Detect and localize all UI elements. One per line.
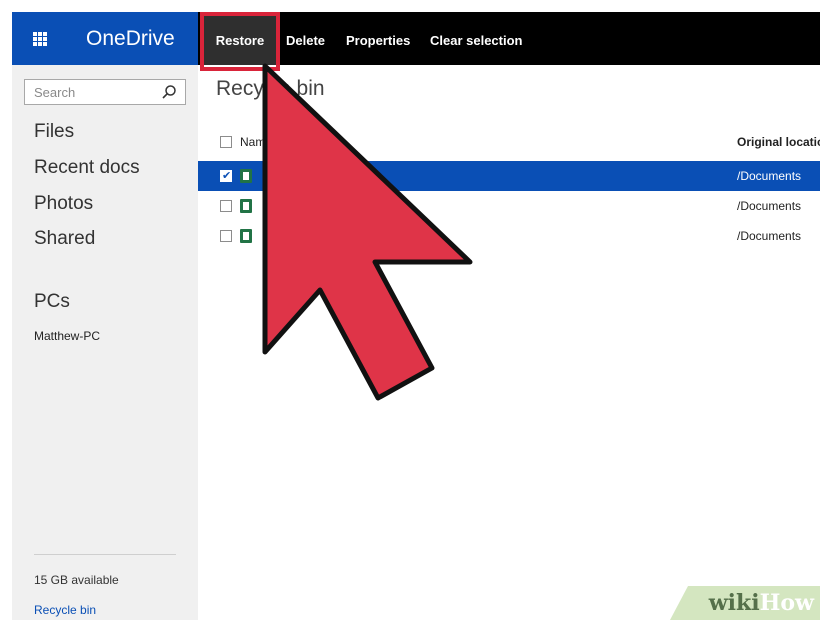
onedrive-window: OneDrive Restore Delete Properties Clear…	[12, 12, 820, 620]
top-bar: OneDrive Restore Delete Properties Clear…	[12, 12, 820, 65]
pcs-heading: PCs	[34, 291, 70, 312]
app-launcher-icon[interactable]	[12, 12, 68, 65]
sidebar-item-recent-docs[interactable]: Recent docs	[34, 157, 140, 179]
row-original-location: /Documents	[737, 229, 802, 243]
table-row[interactable]: ✔ /Documents	[198, 161, 820, 191]
watermark-how: How	[759, 590, 814, 616]
excel-file-icon	[240, 199, 252, 213]
delete-button[interactable]: Delete	[286, 12, 325, 65]
row-original-location: /Documents	[737, 199, 802, 213]
main-content: Recycle bin Name Original location ✔ /Do…	[198, 65, 820, 620]
row-checkbox[interactable]	[220, 200, 232, 212]
app-brand[interactable]: OneDrive	[68, 12, 198, 65]
excel-file-icon	[240, 229, 252, 243]
sidebar: Search Files Recent docs Photos Shared P…	[12, 65, 198, 620]
column-name-header[interactable]: Name	[240, 127, 272, 157]
table-row[interactable]: /Documents	[198, 191, 820, 221]
sidebar-item-shared[interactable]: Shared	[34, 228, 95, 250]
table-row[interactable]: /Documents	[198, 221, 820, 251]
page-title: Recycle bin	[216, 77, 325, 100]
select-all-checkbox[interactable]	[220, 136, 232, 148]
sidebar-item-photos[interactable]: Photos	[34, 193, 93, 215]
search-icon[interactable]	[161, 84, 177, 100]
recycle-bin-link[interactable]: Recycle bin	[34, 603, 96, 617]
column-original-location-header[interactable]: Original location	[737, 127, 820, 157]
sidebar-divider	[34, 554, 176, 555]
storage-status: 15 GB available	[34, 573, 119, 587]
row-checkbox[interactable]	[220, 230, 232, 242]
restore-highlight-box	[200, 12, 280, 71]
excel-file-icon	[240, 169, 252, 183]
wikihow-watermark: wikiHow	[670, 586, 820, 620]
row-checkbox[interactable]: ✔	[220, 170, 232, 182]
search-placeholder: Search	[34, 85, 76, 100]
row-original-location: /Documents	[737, 169, 802, 183]
sidebar-item-files[interactable]: Files	[34, 121, 74, 143]
clear-selection-button[interactable]: Clear selection	[430, 12, 523, 65]
watermark-wiki: wiki	[708, 590, 760, 616]
table-header: Name Original location	[198, 127, 820, 157]
search-input[interactable]: Search	[24, 79, 186, 105]
sidebar-item-pc[interactable]: Matthew-PC	[34, 329, 100, 343]
properties-button[interactable]: Properties	[346, 12, 410, 65]
